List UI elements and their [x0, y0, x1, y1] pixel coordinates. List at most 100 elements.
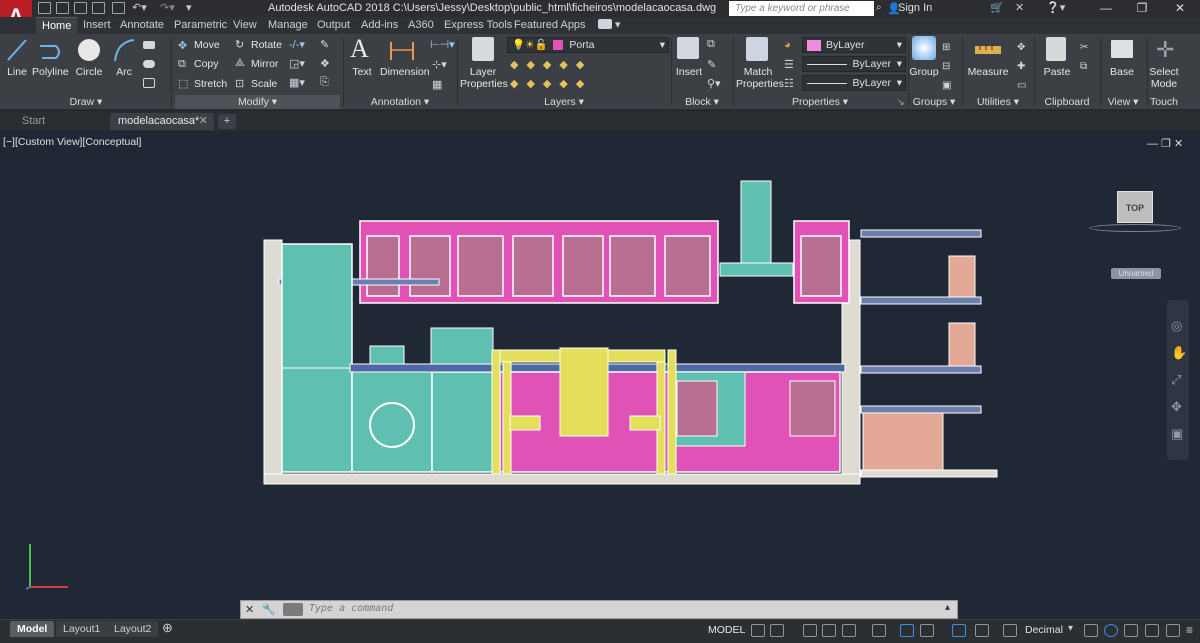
mtext-icon[interactable]: ⊹▾ — [432, 58, 447, 71]
open-icon[interactable] — [56, 2, 69, 14]
edit-block-icon[interactable]: ✎ — [707, 58, 716, 71]
color-dropdown[interactable]: ByLayer ▾ — [802, 37, 906, 53]
tab-output[interactable]: Output — [317, 17, 350, 34]
trim-icon[interactable]: -/-▾ — [289, 38, 305, 51]
ribbon-minimize-icon[interactable] — [598, 19, 612, 29]
mirror-button[interactable]: Mirror — [251, 58, 278, 70]
search-input[interactable]: Type a keyword or phrase — [729, 1, 874, 16]
command-input[interactable]: Type a command — [309, 603, 393, 614]
layout-tab-2[interactable]: Layout2 — [107, 621, 159, 637]
snap-icon[interactable] — [770, 624, 784, 637]
table-icon[interactable]: ▦ — [432, 78, 442, 91]
tab-annotate[interactable]: Annotate — [120, 17, 164, 34]
panel-clipboard-title[interactable]: Clipboard — [1036, 95, 1098, 109]
command-history-icon[interactable] — [283, 603, 303, 616]
layer-properties-button[interactable]: Layer — [460, 66, 506, 78]
help-icon[interactable]: ❔▾ — [1046, 1, 1065, 14]
tab-express-tools[interactable]: Express Tools — [444, 17, 512, 34]
qat-dropdown-icon[interactable]: ▾ — [186, 1, 192, 14]
model-space-toggle[interactable]: MODEL — [708, 624, 745, 636]
viewport-window-controls[interactable]: — ❐ ✕ — [1147, 137, 1183, 150]
panel-touch-title[interactable]: Touch — [1148, 95, 1180, 109]
customize-menu-icon[interactable]: ≡ — [1186, 623, 1193, 637]
polyline-button[interactable]: Polyline — [32, 66, 69, 78]
new-icon[interactable] — [38, 2, 51, 14]
command-close-icon[interactable]: ✕ — [245, 603, 254, 616]
select-mode-button-line2[interactable]: Mode — [1148, 78, 1180, 90]
dimension-button[interactable]: Dimension — [380, 66, 430, 78]
panel-annotation-title[interactable]: Annotation ▾ — [345, 95, 455, 109]
fillet-icon[interactable]: ◲▾ — [289, 57, 305, 70]
lineweight-display-icon[interactable] — [920, 624, 934, 637]
hardware-acceleration-icon[interactable] — [1145, 624, 1159, 637]
region-icon[interactable] — [143, 78, 155, 88]
panel-draw-title[interactable]: Draw ▾ — [4, 95, 168, 109]
command-settings-icon[interactable]: 🔧 — [262, 603, 276, 616]
navigation-tools-icons[interactable]: ◎ ✋ ⤢ ✥ ▣ — [1171, 312, 1187, 447]
panel-groups-title[interactable]: Groups ▾ — [909, 95, 959, 109]
hatch-icon[interactable] — [143, 60, 155, 68]
paste-button[interactable]: Paste — [1040, 66, 1074, 78]
group-tools-icons[interactable]: ⊞ ⊟ ▣ — [942, 38, 951, 95]
tab-home[interactable]: Home — [36, 17, 78, 34]
panel-layers-title[interactable]: Layers ▾ — [459, 95, 669, 109]
tab-start[interactable]: Start — [14, 113, 53, 130]
explode-icon[interactable]: ❖ — [320, 57, 330, 70]
circle-button[interactable]: Circle — [74, 66, 104, 78]
rectangle-icon[interactable] — [143, 41, 155, 49]
units-chevron-icon[interactable]: ▾ — [1068, 623, 1073, 634]
panel-launcher-icon[interactable]: ↘ — [897, 97, 905, 108]
arc-button[interactable]: Arc — [112, 66, 136, 78]
annotation-monitor-icon[interactable] — [1003, 624, 1017, 637]
minimize-button[interactable]: — — [1096, 1, 1116, 15]
panel-view-title[interactable]: View ▾ — [1100, 95, 1146, 109]
offset-icon[interactable]: ⎘ — [320, 76, 329, 89]
tab-manage[interactable]: Manage — [268, 17, 308, 34]
clipboard-tools-icons[interactable]: ✂ ⧉ — [1080, 38, 1088, 76]
graphics-performance-icon[interactable] — [1104, 624, 1118, 637]
utility-tools-icons[interactable]: ✥ ✚ ▭ — [1017, 38, 1026, 95]
tab-view[interactable]: View — [233, 17, 257, 34]
viewport-controls-label[interactable]: [−][Custom View][Conceptual] — [3, 136, 141, 148]
object-snap-tracking-icon[interactable] — [872, 624, 886, 637]
save-icon[interactable] — [74, 2, 87, 14]
new-tab-button[interactable]: + — [218, 114, 236, 129]
layout-tab-model[interactable]: Model — [10, 621, 55, 637]
grid-icon[interactable] — [751, 624, 765, 637]
add-layout-button[interactable]: ⊕ — [162, 620, 173, 636]
select-mode-button[interactable]: Select — [1148, 66, 1180, 78]
units-selector[interactable]: Decimal — [1025, 624, 1063, 636]
line-button[interactable]: Line — [6, 66, 28, 78]
save-as-icon[interactable] — [92, 2, 105, 14]
annotation-scale-icon[interactable] — [952, 624, 966, 637]
tab-add-ins[interactable]: Add-ins — [361, 17, 398, 34]
panel-block-title[interactable]: Block ▾ — [673, 95, 731, 109]
tab-featured-apps[interactable]: Featured Apps — [514, 17, 586, 34]
object-snap-icon[interactable] — [900, 624, 914, 637]
binoculars-icon[interactable]: ⌕ — [876, 2, 882, 13]
group-button[interactable]: Group — [909, 66, 939, 78]
layer-dropdown[interactable]: 💡☀🔓 Porta ▾ — [507, 37, 669, 53]
linetype-dropdown[interactable]: ByLayer ▾ — [802, 75, 906, 91]
close-button[interactable]: ✕ — [1170, 1, 1190, 15]
stretch-button[interactable]: Stretch — [194, 78, 227, 90]
viewcube[interactable]: TOP — [1117, 191, 1153, 223]
move-button[interactable]: Move — [194, 39, 220, 51]
workspace-gear-icon[interactable] — [975, 624, 989, 637]
plot-icon[interactable] — [112, 2, 125, 14]
panel-properties-title[interactable]: Properties ▾ — [735, 95, 905, 109]
command-expand-icon[interactable]: ▴ — [945, 602, 950, 613]
match-properties-button[interactable]: Match — [736, 66, 780, 78]
restore-button[interactable]: ❐ — [1132, 1, 1152, 15]
text-button[interactable]: Text — [348, 66, 376, 78]
insert-button[interactable]: Insert — [674, 66, 704, 78]
attribute-icon[interactable]: ⚲▾ — [707, 77, 721, 90]
ribbon-dropdown-icon[interactable]: ▾ — [615, 18, 621, 31]
layer-properties-button-line2[interactable]: Properties — [460, 78, 508, 90]
match-properties-button-line2[interactable]: Properties — [736, 78, 784, 90]
undo-icon[interactable]: ↶▾ — [132, 1, 147, 14]
isolate-objects-icon[interactable] — [1124, 624, 1138, 637]
tab-a360[interactable]: A360 — [408, 17, 434, 34]
scale-button[interactable]: Scale — [251, 78, 277, 90]
measure-button[interactable]: Measure — [966, 66, 1010, 78]
